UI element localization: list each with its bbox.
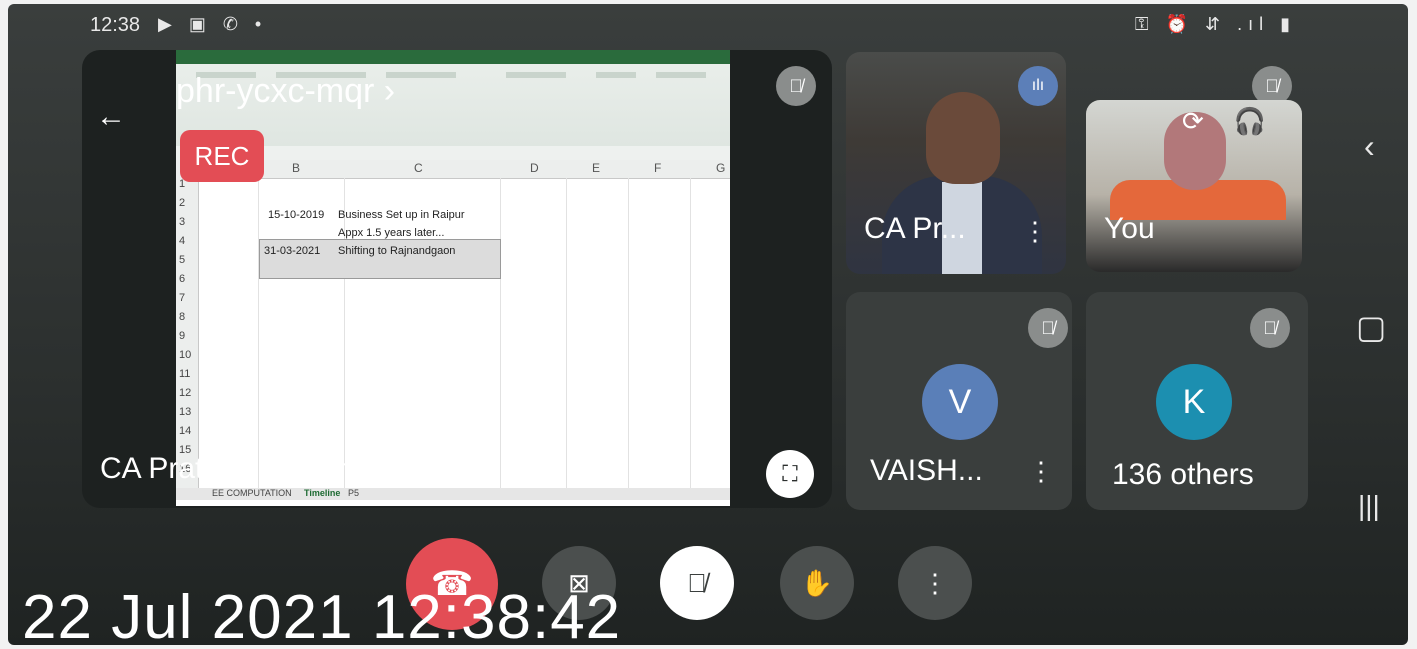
more-vert-icon[interactable]: ⋮ (1022, 216, 1048, 247)
status-clock: 12:38 (90, 14, 141, 36)
participant-video-head (926, 92, 1000, 184)
row-header: 3 (179, 216, 186, 228)
participant-name: VAISH... (870, 454, 983, 487)
more-options-button[interactable]: ⋮ (898, 546, 972, 620)
presenting-caption: CA Pratik is presenting (100, 452, 404, 485)
mic-off-icon: 🎙̸ (1250, 308, 1290, 348)
grid-line (566, 178, 567, 498)
nav-back-icon[interactable]: ‹ (1364, 128, 1375, 165)
mic-off-button[interactable]: 🎙̸ (660, 546, 734, 620)
row-header: 5 (179, 254, 186, 266)
notification-icons: ▶ ▣ ✆ • (158, 14, 268, 34)
column-header: G (716, 161, 726, 175)
participant-name: You (1104, 212, 1155, 245)
column-header: D (530, 161, 539, 175)
nav-home-icon[interactable]: ▢ (1356, 308, 1386, 346)
timestamp-overlay: 22 Jul 2021 12:38:42 (22, 583, 622, 645)
grid-line (690, 178, 691, 498)
row-header: 13 (179, 406, 192, 418)
cell-b4: 31-03-2021 (264, 245, 321, 257)
row-header: 2 (179, 197, 186, 209)
column-header: B (292, 161, 301, 175)
system-icons: ⚿ ⏰ ⇵ .ıl ▮ (1134, 14, 1296, 34)
avatar: V (922, 364, 998, 440)
raise-hand-button[interactable]: ✋ (780, 546, 854, 620)
status-bar: 12:38 ▶ ▣ ✆ • ⚿ ⏰ ⇵ .ıl ▮ (8, 4, 1408, 44)
fullscreen-icon[interactable]: ⛶ (766, 450, 814, 498)
shared-spreadsheet: B C D E F G 1 2 3 4 5 6 7 8 9 10 11 12 1… (176, 50, 730, 506)
row-header: 6 (179, 273, 186, 285)
back-arrow-icon[interactable]: ← (96, 100, 126, 134)
column-header: F (654, 161, 662, 175)
grid-line (258, 178, 259, 498)
grid-line (628, 178, 629, 498)
nav-recents-icon[interactable]: ||| (1358, 490, 1380, 522)
cell-c3: Appx 1.5 years later... (338, 227, 445, 239)
sheet-tab: EE COMPUTATION (212, 488, 292, 498)
column-header: C (414, 161, 423, 175)
row-header: 7 (179, 292, 186, 304)
grid-line (500, 178, 501, 498)
phone-screen: 12:38 ▶ ▣ ✆ • ⚿ ⏰ ⇵ .ıl ▮ B C D E F G 1 … (8, 4, 1408, 645)
participant-tile-others[interactable]: 🎙̸ K 136 others (1086, 292, 1308, 510)
mic-off-icon: 🎙̸ (1028, 308, 1068, 348)
meeting-code[interactable]: phr-ycxc-mqr › (176, 72, 395, 111)
sheet-tabs: EE COMPUTATION Timeline P5 (176, 488, 730, 500)
participant-tile-pratik[interactable]: ılı CA Pr... ⋮ (846, 52, 1066, 274)
row-header: 10 (179, 349, 192, 361)
row-header: 11 (179, 368, 191, 380)
more-vert-icon[interactable]: ⋮ (1028, 456, 1054, 487)
participant-tile-vaish[interactable]: 🎙̸ V VAISH... ⋮ (846, 292, 1072, 510)
row-header: 12 (179, 387, 192, 399)
participant-tile-self[interactable]: ⟳🎧 You (1086, 100, 1302, 272)
column-header: E (592, 161, 601, 175)
row-headers: 1 2 3 4 5 6 7 8 9 10 11 12 13 14 15 16 (176, 178, 199, 498)
avatar: K (1156, 364, 1232, 440)
row-header: 8 (179, 311, 186, 323)
cell-b2: 15-10-2019 (268, 209, 325, 221)
speaking-indicator-icon: ılı (1018, 66, 1058, 106)
cell-c4: Shifting to Rajnandgaon (338, 245, 456, 257)
grid-line (344, 178, 345, 498)
sheet-tab: P5 (348, 488, 360, 498)
participant-name: CA Pr... (864, 212, 966, 245)
cell-c2: Business Set up in Raipur (338, 209, 465, 221)
row-header: 4 (179, 235, 186, 247)
switch-camera-icon[interactable]: ⟳🎧 (1182, 106, 1296, 137)
mic-off-icon: 🎙̸ (776, 66, 816, 106)
others-count: 136 others (1112, 458, 1254, 491)
row-header: 9 (179, 330, 186, 342)
rec-badge: REC (180, 130, 264, 182)
row-header: 14 (179, 425, 192, 437)
sheet-tab-active: Timeline (304, 488, 341, 498)
